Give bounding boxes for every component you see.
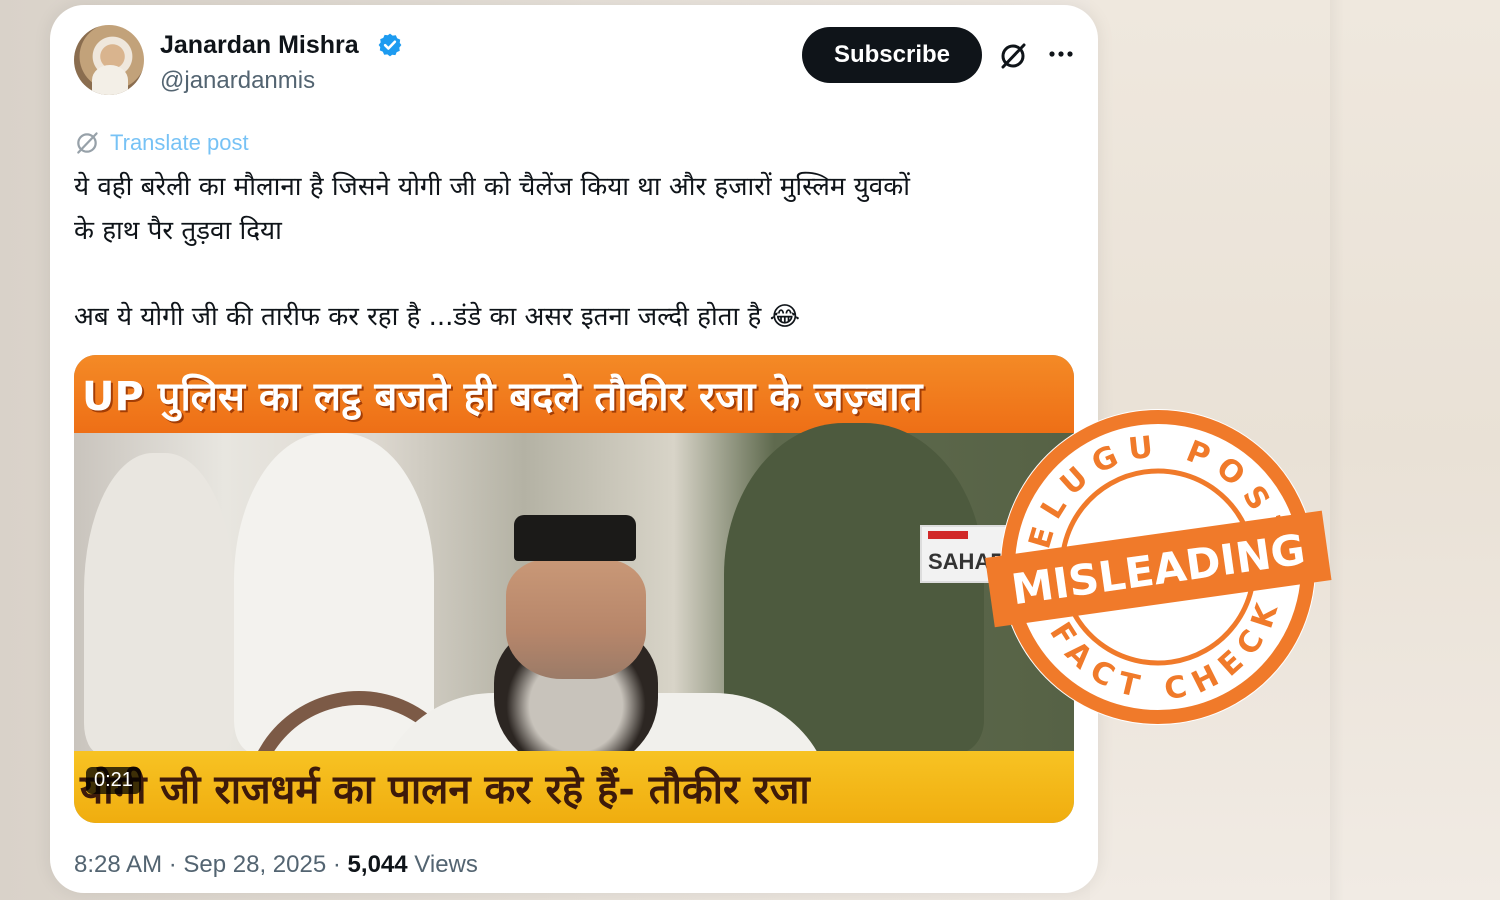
post-line-3: अब ये योगी जी की तारीफ कर रहा है ...डंडे… xyxy=(74,302,800,332)
post-line-1: ये वही बरेली का मौलाना है जिसने योगी जी … xyxy=(74,172,910,202)
post-line-2: के हाथ पैर तुड़वा दिया xyxy=(74,216,282,246)
post-date[interactable]: Sep 28, 2025 xyxy=(183,851,326,878)
video-player[interactable]: UP पुलिस का लट्ठ बजते ही बदले तौकीर रजा … xyxy=(74,355,1074,823)
post-meta: 8:28 AM · Sep 28, 2025 · 5,044 Views xyxy=(74,851,478,879)
video-frame: SAHARA xyxy=(74,423,1074,823)
verified-badge-icon xyxy=(378,33,402,57)
avatar[interactable] xyxy=(74,25,144,95)
grok-icon[interactable] xyxy=(998,41,1028,71)
translate-label: Translate post xyxy=(110,130,249,155)
views-count: 5,044 xyxy=(347,851,408,878)
subscribe-button[interactable]: Subscribe xyxy=(802,27,982,83)
meta-separator: · xyxy=(332,851,348,878)
author-name[interactable]: Janardan Mishra xyxy=(160,31,359,60)
fact-check-stamp: TELUGU POST FACT CHECK MISLEADING xyxy=(985,409,1332,725)
video-top-banner: UP पुलिस का लट्ठ बजते ही बदले तौकीर रजा … xyxy=(74,355,1074,433)
channel-logo-bar xyxy=(928,531,968,539)
post-time[interactable]: 8:28 AM xyxy=(74,851,162,878)
post-text: ये वही बरेली का मौलाना है जिसने योगी जी … xyxy=(74,165,1074,339)
views-label: Views xyxy=(414,851,478,878)
background-person-left xyxy=(84,453,234,753)
more-icon[interactable] xyxy=(1046,39,1076,69)
meta-separator: · xyxy=(168,851,184,878)
translate-post-link[interactable]: Translate post xyxy=(74,130,249,156)
video-duration: 0:21 xyxy=(86,767,141,794)
speaker-cap xyxy=(514,515,636,561)
translate-icon xyxy=(77,132,98,154)
author-handle[interactable]: @janardanmis xyxy=(160,67,315,95)
video-bottom-banner: योगी जी राजधर्म का पालन कर रहे हैं- तौकी… xyxy=(74,751,1074,823)
tweet-card: Janardan Mishra @janardanmis Subscribe T… xyxy=(50,5,1098,893)
speaker-face xyxy=(506,559,646,679)
